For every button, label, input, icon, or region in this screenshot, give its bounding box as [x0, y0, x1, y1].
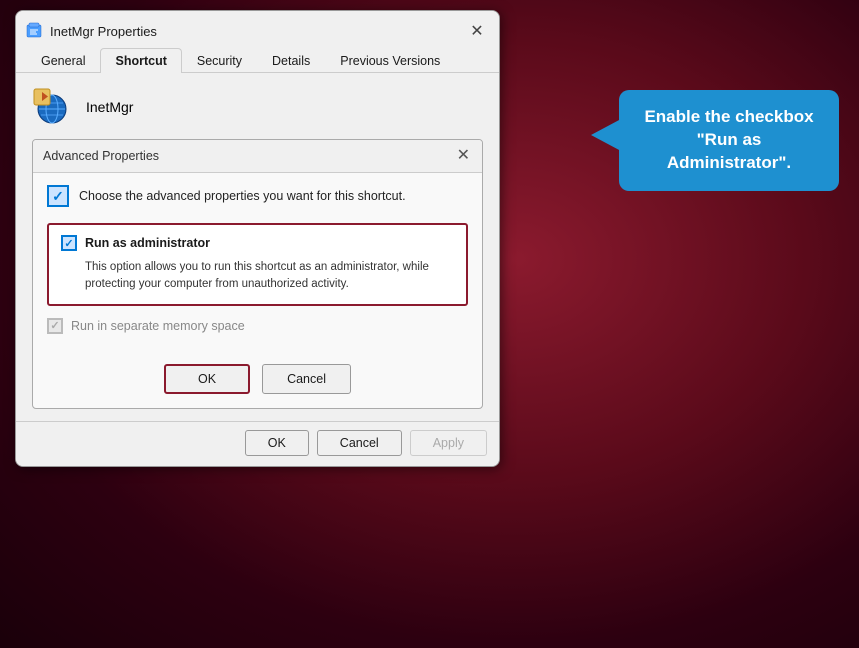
tab-security[interactable]: Security	[182, 48, 257, 73]
advanced-close-button[interactable]: ✕	[455, 148, 472, 164]
run-as-admin-box: ✓ Run as administrator This option allow…	[47, 223, 468, 306]
bottom-ok-button[interactable]: OK	[245, 430, 309, 456]
file-info: InetMgr	[32, 87, 483, 127]
title-bar: InetMgr Properties ✕	[16, 11, 499, 47]
advanced-header-checkmark: ✓	[52, 188, 64, 205]
advanced-dialog: Advanced Properties ✕ ✓ Choose the advan…	[32, 139, 483, 409]
advanced-header-checkbox[interactable]: ✓	[47, 185, 69, 207]
tab-previous-versions[interactable]: Previous Versions	[325, 48, 455, 73]
advanced-content: ✓ Choose the advanced properties you wan…	[33, 173, 482, 354]
advanced-dialog-title: Advanced Properties	[43, 149, 159, 163]
callout-text: Enable the checkbox "Run as Administrato…	[644, 107, 813, 172]
dialog-buttons: OK Cancel	[33, 354, 482, 408]
advanced-header-text: Choose the advanced properties you want …	[79, 189, 406, 203]
callout-tooltip: Enable the checkbox "Run as Administrato…	[619, 90, 839, 191]
advanced-header: ✓ Choose the advanced properties you wan…	[47, 185, 468, 207]
tab-details[interactable]: Details	[257, 48, 325, 73]
tab-content: InetMgr Advanced Properties ✕ ✓ Choose t…	[16, 73, 499, 421]
run-as-admin-checkbox[interactable]: ✓	[61, 235, 77, 251]
file-name: InetMgr	[86, 99, 133, 115]
run-as-admin-row: ✓ Run as administrator	[61, 235, 454, 251]
window-icon	[26, 22, 44, 40]
dialog-ok-button[interactable]: OK	[164, 364, 250, 394]
run-separate-memory-checkbox: ✓	[47, 318, 63, 334]
title-bar-left: InetMgr Properties	[26, 22, 157, 40]
advanced-title-bar: Advanced Properties ✕	[33, 140, 482, 173]
run-as-admin-checkmark: ✓	[64, 237, 73, 250]
bottom-cancel-button[interactable]: Cancel	[317, 430, 402, 456]
window-title: InetMgr Properties	[50, 24, 157, 39]
file-icon	[32, 87, 72, 127]
bottom-buttons: OK Cancel Apply	[16, 421, 499, 466]
close-button[interactable]: ✕	[465, 19, 489, 43]
properties-window: InetMgr Properties ✕ General Shortcut Se…	[15, 10, 500, 467]
bottom-apply-button[interactable]: Apply	[410, 430, 487, 456]
run-separate-memory-label: Run in separate memory space	[71, 319, 245, 333]
dialog-cancel-button[interactable]: Cancel	[262, 364, 351, 394]
tab-shortcut[interactable]: Shortcut	[100, 48, 181, 73]
run-as-admin-description: This option allows you to run this short…	[85, 259, 454, 294]
tabs-bar: General Shortcut Security Details Previo…	[16, 47, 499, 73]
run-separate-memory-checkmark: ✓	[50, 319, 59, 332]
run-separate-memory-row: ✓ Run in separate memory space	[47, 318, 468, 334]
tab-general[interactable]: General	[26, 48, 100, 73]
run-as-admin-label: Run as administrator	[85, 236, 210, 250]
